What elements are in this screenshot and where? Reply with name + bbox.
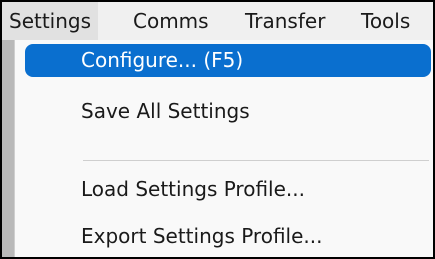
menu-bar: Settings Comms Transfer Tools (2, 2, 433, 40)
background-window-edge (2, 40, 14, 257)
menu-settings[interactable]: Settings (2, 2, 99, 40)
menu-transfer[interactable]: Transfer (238, 2, 332, 40)
menu-item-save-all-settings[interactable]: Save All Settings (25, 95, 431, 128)
menu-item-configure[interactable]: Configure... (F5) (25, 44, 431, 77)
app-window: Settings Comms Transfer Tools Configure.… (0, 0, 435, 259)
menu-item-load-settings-profile[interactable]: Load Settings Profile... (25, 173, 431, 206)
menu-comms[interactable]: Comms (126, 2, 216, 40)
menu-item-export-settings-profile[interactable]: Export Settings Profile... (25, 220, 431, 253)
settings-dropdown-menu: Configure... (F5) Save All Settings Load… (14, 40, 433, 257)
menu-separator (83, 160, 429, 161)
menu-tools[interactable]: Tools (354, 2, 417, 40)
